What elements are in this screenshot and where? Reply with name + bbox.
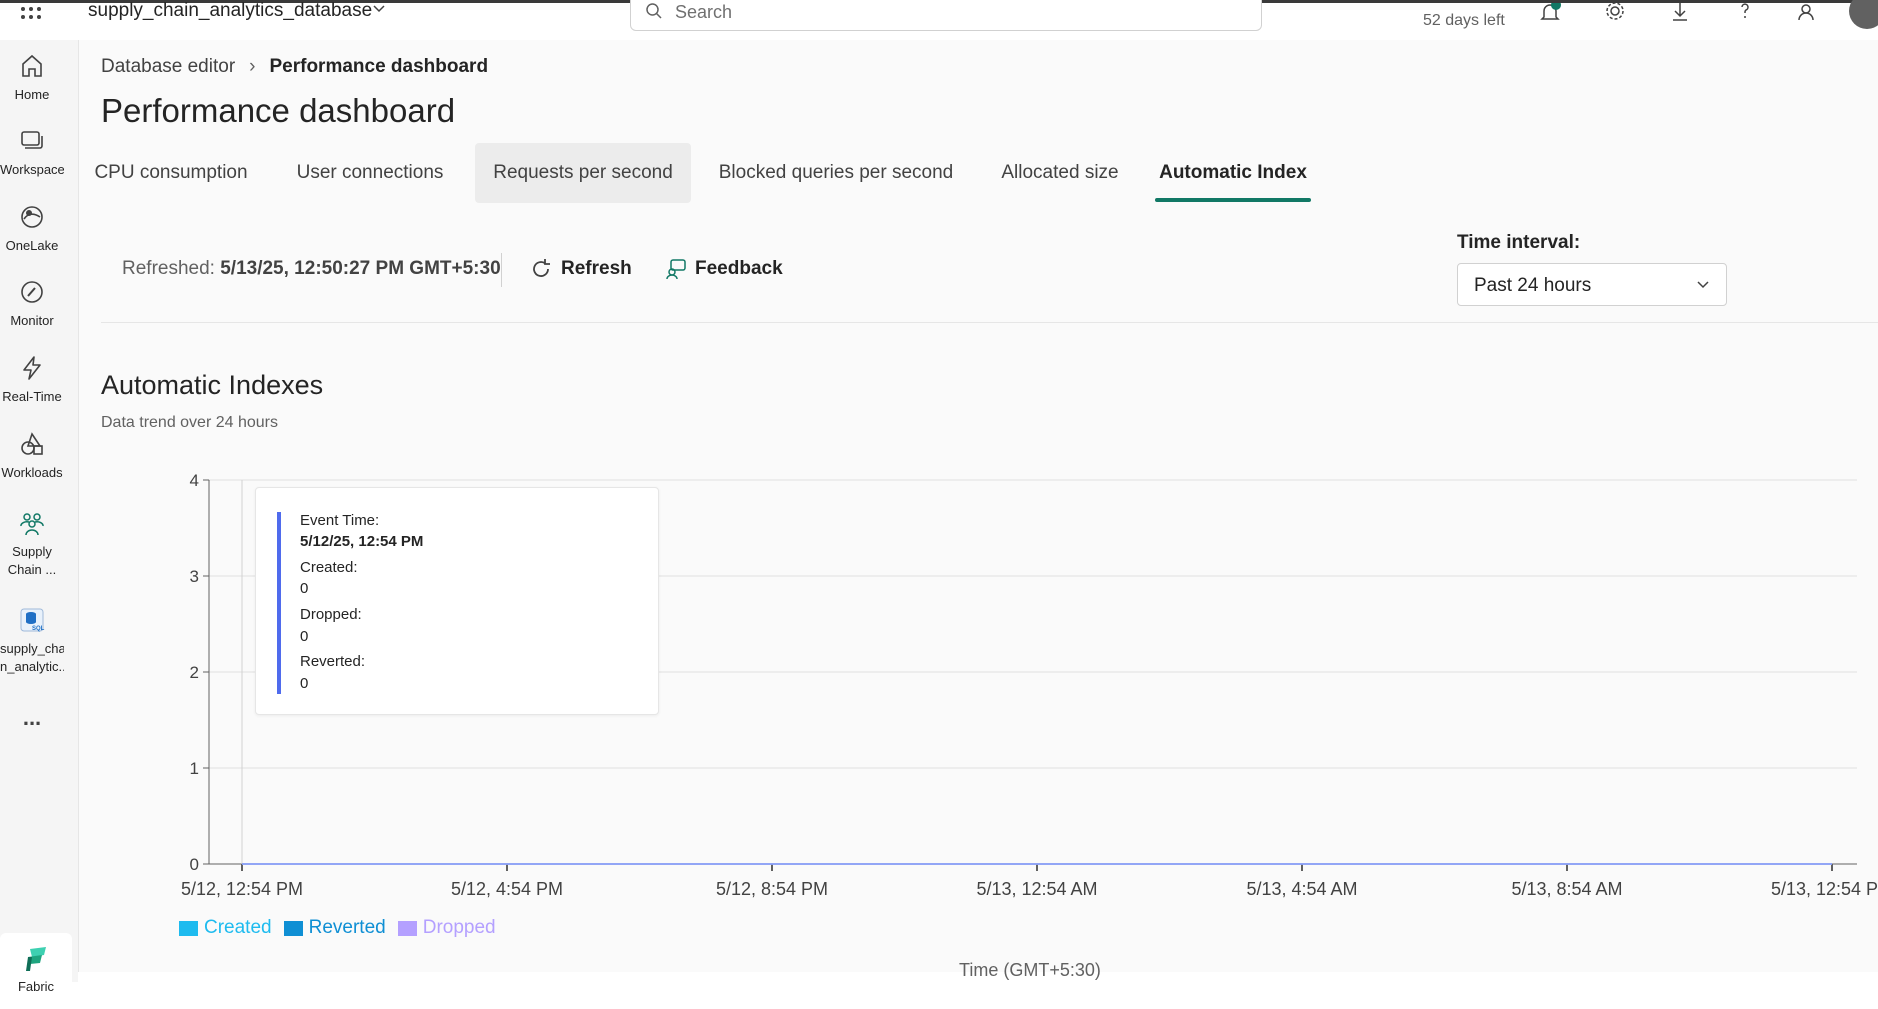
chart-tooltip: Event Time: 5/12/25, 12:54 PM Created: 0… — [255, 487, 659, 715]
legend-item-reverted[interactable]: Reverted — [283, 917, 386, 939]
gear-icon[interactable] — [1603, 3, 1627, 23]
legend-swatch — [283, 920, 303, 936]
main-panel: Database editor › Performance dashboard Pe… — [78, 40, 1878, 980]
fabric-switcher[interactable]: Fabric — [0, 933, 72, 1009]
legend-item-created[interactable]: Created — [179, 917, 272, 939]
tooltip-dropped-value: 0 — [300, 628, 309, 645]
chart-legend: Created Reverted Dropped — [179, 917, 508, 939]
workspaces-icon — [21, 131, 43, 149]
y-tick-label: 2 — [190, 663, 199, 682]
y-tick-label: 0 — [190, 855, 199, 874]
x-tick-label: 5/13, 12:54 AM — [976, 879, 1097, 899]
x-tick-label: 5/13, 4:54 AM — [1246, 879, 1357, 899]
nav-item-label: Monitor — [10, 313, 54, 328]
lightning-icon — [23, 356, 41, 380]
download-icon[interactable] — [1668, 3, 1692, 23]
help-icon[interactable] — [1733, 3, 1757, 23]
nav-item-label: OneLake — [5, 238, 59, 253]
tooltip-event-time-value: 5/12/25, 12:54 PM — [300, 533, 424, 550]
tooltip-event-time-label: Event Time: — [300, 512, 380, 529]
nav-item-supply-chain-analytics[interactable]: SQL supply_chai n_analytic... — [0, 606, 64, 676]
y-tick-label: 4 — [190, 471, 199, 490]
trial-days-left[interactable]: 52 days left — [1423, 12, 1505, 30]
legend-swatch — [397, 920, 417, 936]
nav-item-monitor[interactable]: Monitor — [0, 278, 64, 330]
search-input[interactable]: Search — [630, 0, 1262, 31]
nav-item-label: Home — [14, 87, 50, 102]
x-tick-label: 5/13, 12:54 PM — [1771, 879, 1878, 899]
svg-text:SQL: SQL — [32, 626, 45, 632]
nav-item-workspaces[interactable]: Workspaces — [0, 127, 64, 179]
nav-item-label: Workspaces — [0, 162, 64, 177]
sql-database-icon: SQL — [20, 608, 45, 632]
tooltip-dropped-label: Dropped: — [300, 606, 362, 623]
legend-label: Dropped — [422, 917, 496, 938]
tooltip-created-label: Created: — [300, 559, 358, 576]
share-icon[interactable] — [1796, 3, 1820, 23]
top-bar: supply_chain_analytics_database Search 5… — [0, 0, 1878, 40]
monitor-icon — [21, 281, 43, 303]
bell-icon[interactable] — [1538, 3, 1562, 23]
avatar[interactable] — [1849, 0, 1878, 29]
legend-swatch — [179, 920, 198, 936]
chevron-down-icon[interactable] — [372, 3, 386, 13]
nav-item-workloads[interactable]: Workloads — [0, 430, 64, 482]
x-tick-label: 5/12, 12:54 PM — [181, 879, 303, 899]
tooltip-reverted-label: Reverted: — [300, 653, 366, 670]
x-tick-label: 5/12, 4:54 PM — [451, 879, 563, 899]
y-tick-label: 3 — [190, 567, 199, 586]
nav-item-supply-chain[interactable]: Supply Chain ... — [0, 509, 64, 579]
nav-item-home[interactable]: Home — [0, 52, 64, 104]
nav-item-label: Workloads — [1, 465, 63, 480]
nav-item-label-line2: Chain ... — [7, 562, 57, 577]
more-icon[interactable]: ... — [0, 705, 64, 731]
tooltip-reverted-value: 0 — [300, 675, 309, 692]
onelake-icon — [21, 206, 43, 228]
y-tick-label: 1 — [190, 759, 199, 778]
x-tick-label: 5/13, 8:54 AM — [1511, 879, 1622, 899]
legend-label: Reverted — [308, 917, 386, 938]
home-icon — [22, 54, 42, 77]
database-name[interactable]: supply_chain_analytics_database — [88, 0, 372, 22]
nav-item-label: Supply — [12, 544, 52, 559]
app-launcher-icon[interactable] — [18, 3, 44, 23]
tooltip-created-value: 0 — [300, 580, 309, 597]
workloads-icon — [21, 432, 43, 455]
nav-item-onelake[interactable]: OneLake — [0, 203, 64, 255]
fabric-logo-icon — [26, 947, 46, 971]
nav-item-label: Real-Time — [2, 389, 62, 404]
people-icon — [20, 513, 44, 536]
search-placeholder: Search — [675, 2, 733, 22]
legend-item-dropped[interactable]: Dropped — [397, 917, 496, 939]
fabric-label: Fabric — [17, 979, 55, 994]
left-nav: Home Workspaces OneLake Monitor Real-Tim… — [0, 40, 78, 1009]
x-tick-label: 5/12, 8:54 PM — [716, 879, 828, 899]
search-icon — [646, 3, 662, 19]
legend-label: Created — [204, 917, 272, 938]
tooltip-accent-bar — [277, 512, 281, 694]
nav-item-label-line2: n_analytic... — [0, 659, 64, 674]
nav-item-real-time[interactable]: Real-Time — [0, 354, 64, 406]
nav-item-label: supply_chai — [0, 641, 64, 656]
x-axis-label: Time (GMT+5:30) — [959, 960, 1101, 980]
